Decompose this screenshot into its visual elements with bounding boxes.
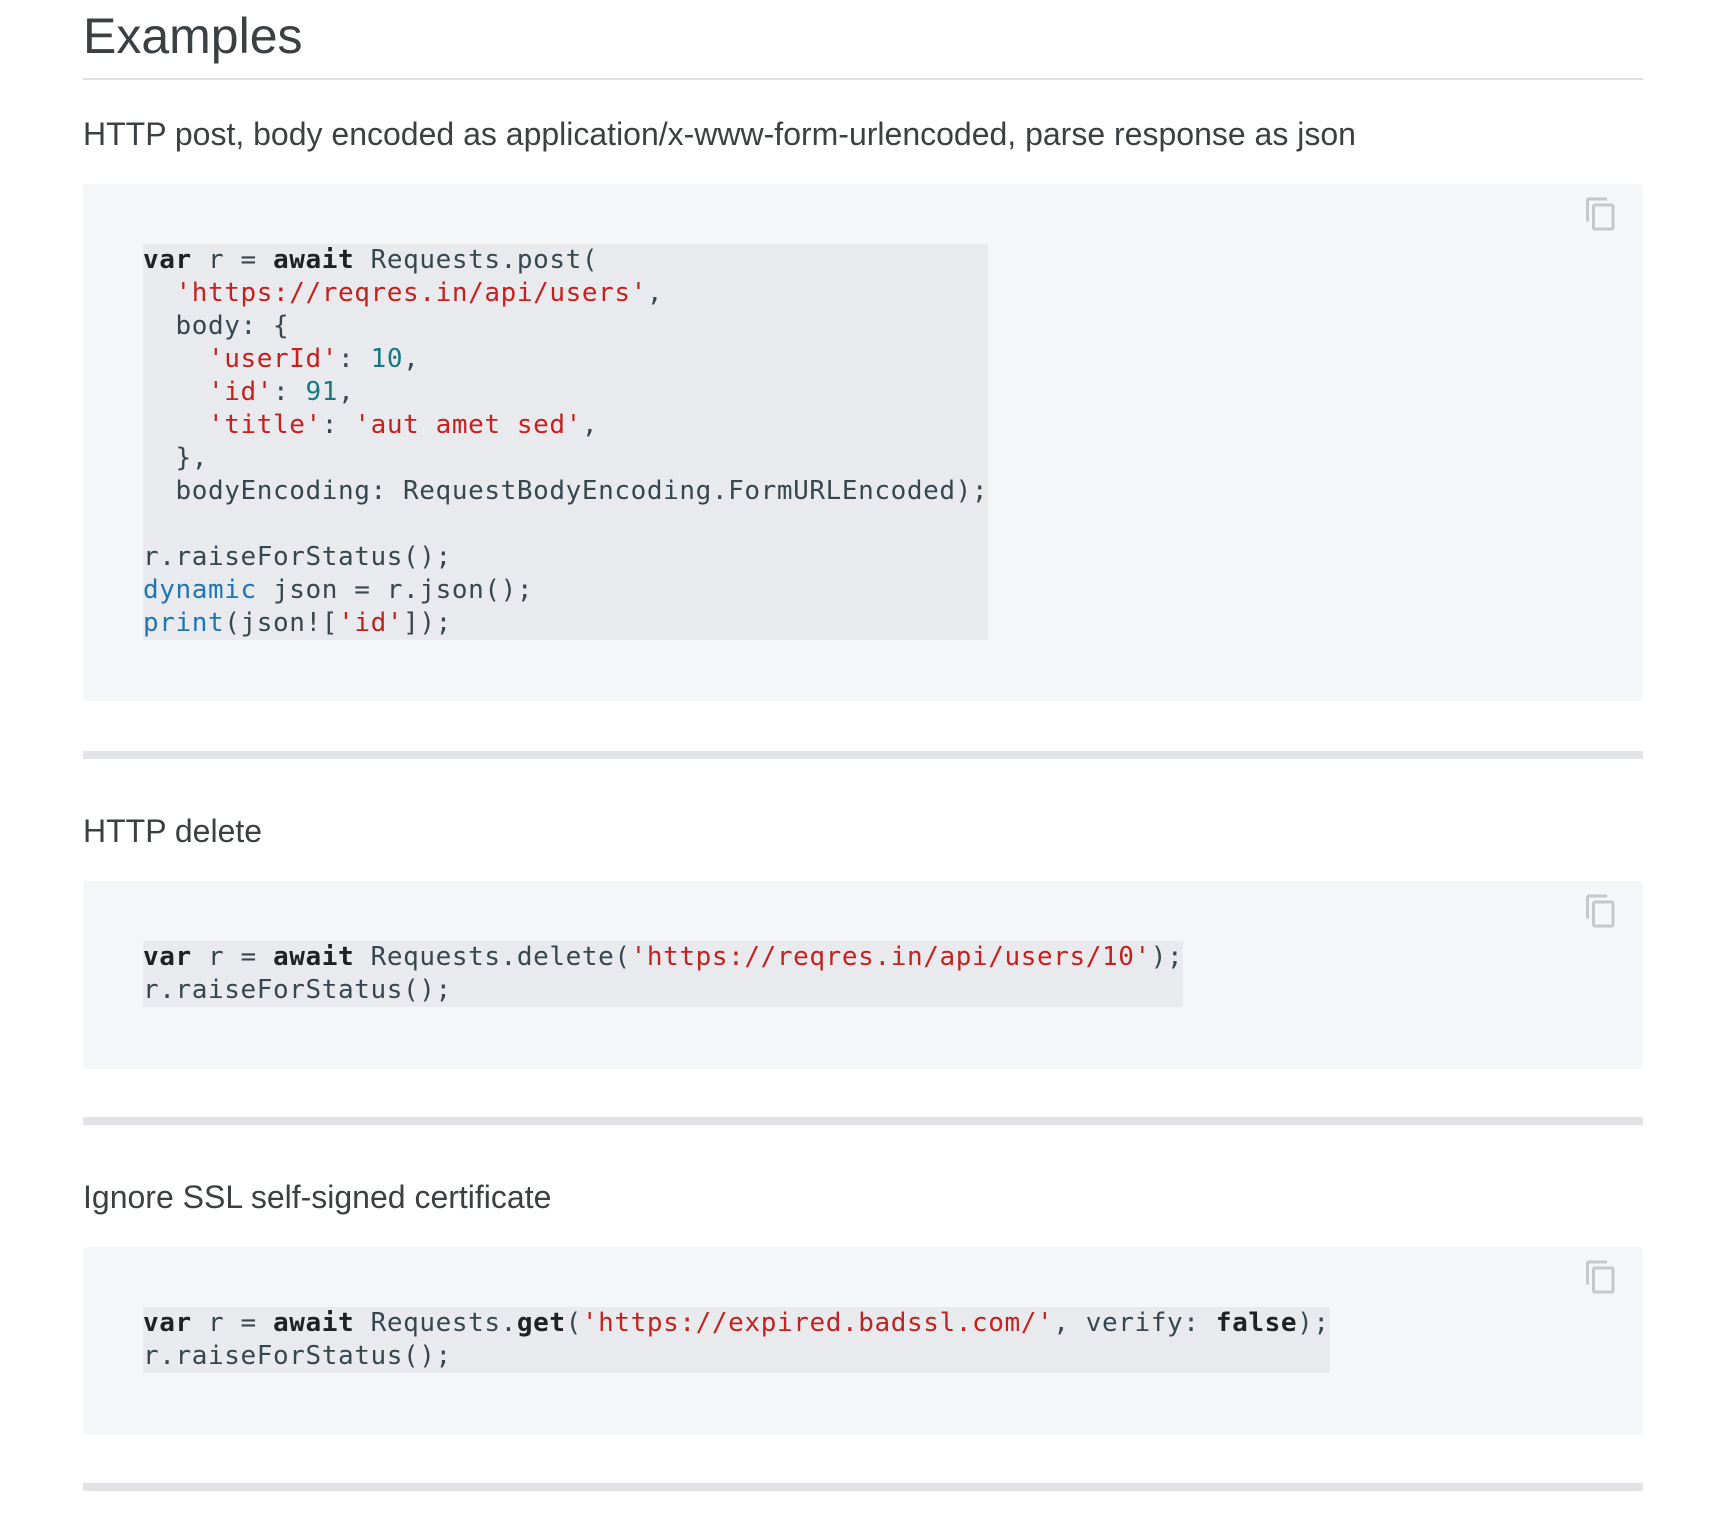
- documentation-page: Examples HTTP post, body encoded as appl…: [83, 0, 1643, 1491]
- code-token: :: [321, 410, 355, 440]
- code-token: await: [273, 942, 355, 972]
- code-token: :: [273, 377, 306, 407]
- code-token: 'https://reqres.in/api/users': [175, 278, 647, 308]
- code-token: },: [143, 443, 209, 473]
- code-snippet: var r = await Requests.post( 'https://re…: [143, 244, 989, 640]
- code-token: ,: [338, 377, 355, 407]
- code-snippet: var r = await Requests.delete('https://r…: [143, 941, 1184, 1007]
- copy-icon[interactable]: [1583, 196, 1619, 232]
- divider: [83, 1483, 1643, 1491]
- copy-icon[interactable]: [1583, 1259, 1619, 1295]
- code-token: bodyEncoding: RequestBodyEncoding.FormUR…: [143, 476, 989, 506]
- section-heading: Examples: [83, 0, 1643, 80]
- code-token: 'title': [208, 410, 322, 440]
- divider: [83, 751, 1643, 759]
- code-token: );: [1297, 1308, 1330, 1338]
- code-token: 'https://reqres.in/api/users/10': [630, 942, 1151, 972]
- code-token: 91: [305, 377, 339, 407]
- example-title: HTTP post, body encoded as application/x…: [83, 116, 1356, 152]
- code-token: await: [273, 245, 355, 275]
- code-token: await: [273, 1308, 355, 1338]
- code-token: body: {: [143, 311, 290, 341]
- code-token: r =: [191, 942, 274, 972]
- code-token: 'id': [338, 608, 404, 638]
- code-token: (: [565, 1308, 582, 1338]
- code-token: r =: [191, 245, 274, 275]
- code-token: r.raiseForStatus();: [143, 542, 452, 572]
- code-token: r =: [191, 1308, 274, 1338]
- code-token: var: [143, 1308, 192, 1338]
- code-token: ,: [403, 344, 420, 374]
- example-ignore-ssl: Ignore SSL self-signed certificate var r…: [83, 1177, 1643, 1435]
- example-title: Ignore SSL self-signed certificate: [83, 1179, 552, 1215]
- code-token: ]);: [403, 608, 452, 638]
- example-post: HTTP post, body encoded as application/x…: [83, 114, 1643, 701]
- code-token: 'https://expired.badssl.com/': [581, 1308, 1054, 1338]
- code-token: Requests.: [354, 1308, 517, 1338]
- divider: [83, 1117, 1643, 1125]
- code-snippet: var r = await Requests.get('https://expi…: [143, 1307, 1330, 1373]
- code-token: , verify:: [1053, 1308, 1216, 1338]
- code-block: var r = await Requests.delete('https://r…: [83, 881, 1643, 1069]
- code-token: Requests.delete(: [354, 942, 631, 972]
- code-token: r.raiseForStatus();: [143, 1341, 452, 1371]
- code-token: json = r.json();: [256, 575, 534, 605]
- code-token: ,: [581, 410, 599, 440]
- code-block: var r = await Requests.get('https://expi…: [83, 1247, 1643, 1435]
- code-block: var r = await Requests.post( 'https://re…: [83, 184, 1643, 701]
- code-token: 'id': [208, 377, 274, 407]
- code-token: print: [143, 608, 225, 638]
- example-delete: HTTP delete var r = await Requests.delet…: [83, 811, 1643, 1069]
- code-token: (json![: [224, 608, 339, 638]
- code-token: 10: [370, 344, 404, 374]
- code-token: ,: [646, 278, 664, 308]
- code-token: 'userId': [208, 344, 339, 374]
- example-title: HTTP delete: [83, 813, 263, 849]
- code-token: r.raiseForStatus();: [143, 975, 452, 1005]
- code-token: Requests.post(: [354, 245, 599, 275]
- code-token: :: [338, 344, 371, 374]
- code-token: 'aut amet sed': [354, 410, 582, 440]
- code-token: get: [516, 1308, 566, 1338]
- code-token: );: [1150, 942, 1184, 972]
- code-token: dynamic: [143, 575, 257, 605]
- code-token: var: [143, 245, 192, 275]
- code-token: var: [143, 942, 192, 972]
- copy-icon[interactable]: [1583, 893, 1619, 929]
- code-token: false: [1215, 1308, 1298, 1338]
